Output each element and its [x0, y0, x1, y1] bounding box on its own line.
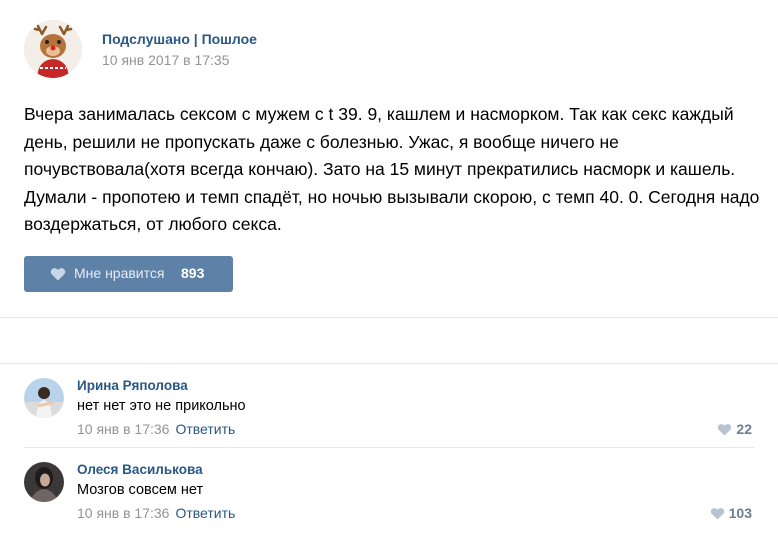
comment-like-count: 103 — [728, 505, 752, 521]
divider — [0, 363, 778, 364]
avatar[interactable] — [24, 462, 64, 502]
comment-like-button[interactable]: 103 — [710, 505, 752, 521]
avatar[interactable] — [24, 378, 64, 418]
heart-icon — [50, 268, 66, 281]
community-avatar[interactable] — [24, 20, 82, 78]
comment-meta: 10 янв в 17:36 Ответить — [77, 505, 235, 521]
post-header: Подслушано | Пошлое 10 янв 2017 в 17:35 — [24, 20, 724, 80]
comment-author-link[interactable]: Олеся Василькова — [77, 462, 203, 477]
post-text: Вчера занималась сексом с мужем с t 39. … — [24, 104, 760, 234]
comment-date[interactable]: 10 янв в 17:36 — [77, 505, 169, 521]
comment-like-count: 22 — [736, 421, 752, 437]
reply-link[interactable]: Ответить — [175, 421, 235, 437]
reply-link[interactable]: Ответить — [175, 505, 235, 521]
like-count: 893 — [181, 265, 205, 281]
heart-icon — [710, 508, 724, 520]
comment-like-button[interactable]: 22 — [717, 421, 752, 437]
comment-author-link[interactable]: Ирина Ряполова — [77, 378, 188, 393]
divider — [24, 447, 754, 448]
divider — [0, 317, 778, 318]
comment-date[interactable]: 10 янв в 17:36 — [77, 421, 169, 437]
comment-meta: 10 янв в 17:36 Ответить — [77, 421, 235, 437]
heart-icon — [718, 424, 732, 436]
post-author-link[interactable]: Подслушано | Пошлое — [102, 31, 257, 47]
post-date[interactable]: 10 янв 2017 в 17:35 — [102, 52, 230, 68]
comment-text: Мозгов совсем нет — [77, 482, 204, 498]
comment-item: Ирина Ряполова нет нет это не прикольно … — [24, 378, 764, 458]
like-button[interactable]: Мне нравится 893 — [24, 256, 233, 292]
comment-text: нет нет это не прикольно — [77, 398, 246, 414]
like-label: Мне нравится — [74, 265, 165, 281]
comment-item: Олеся Василькова Мозгов совсем нет 10 ян… — [24, 462, 764, 542]
